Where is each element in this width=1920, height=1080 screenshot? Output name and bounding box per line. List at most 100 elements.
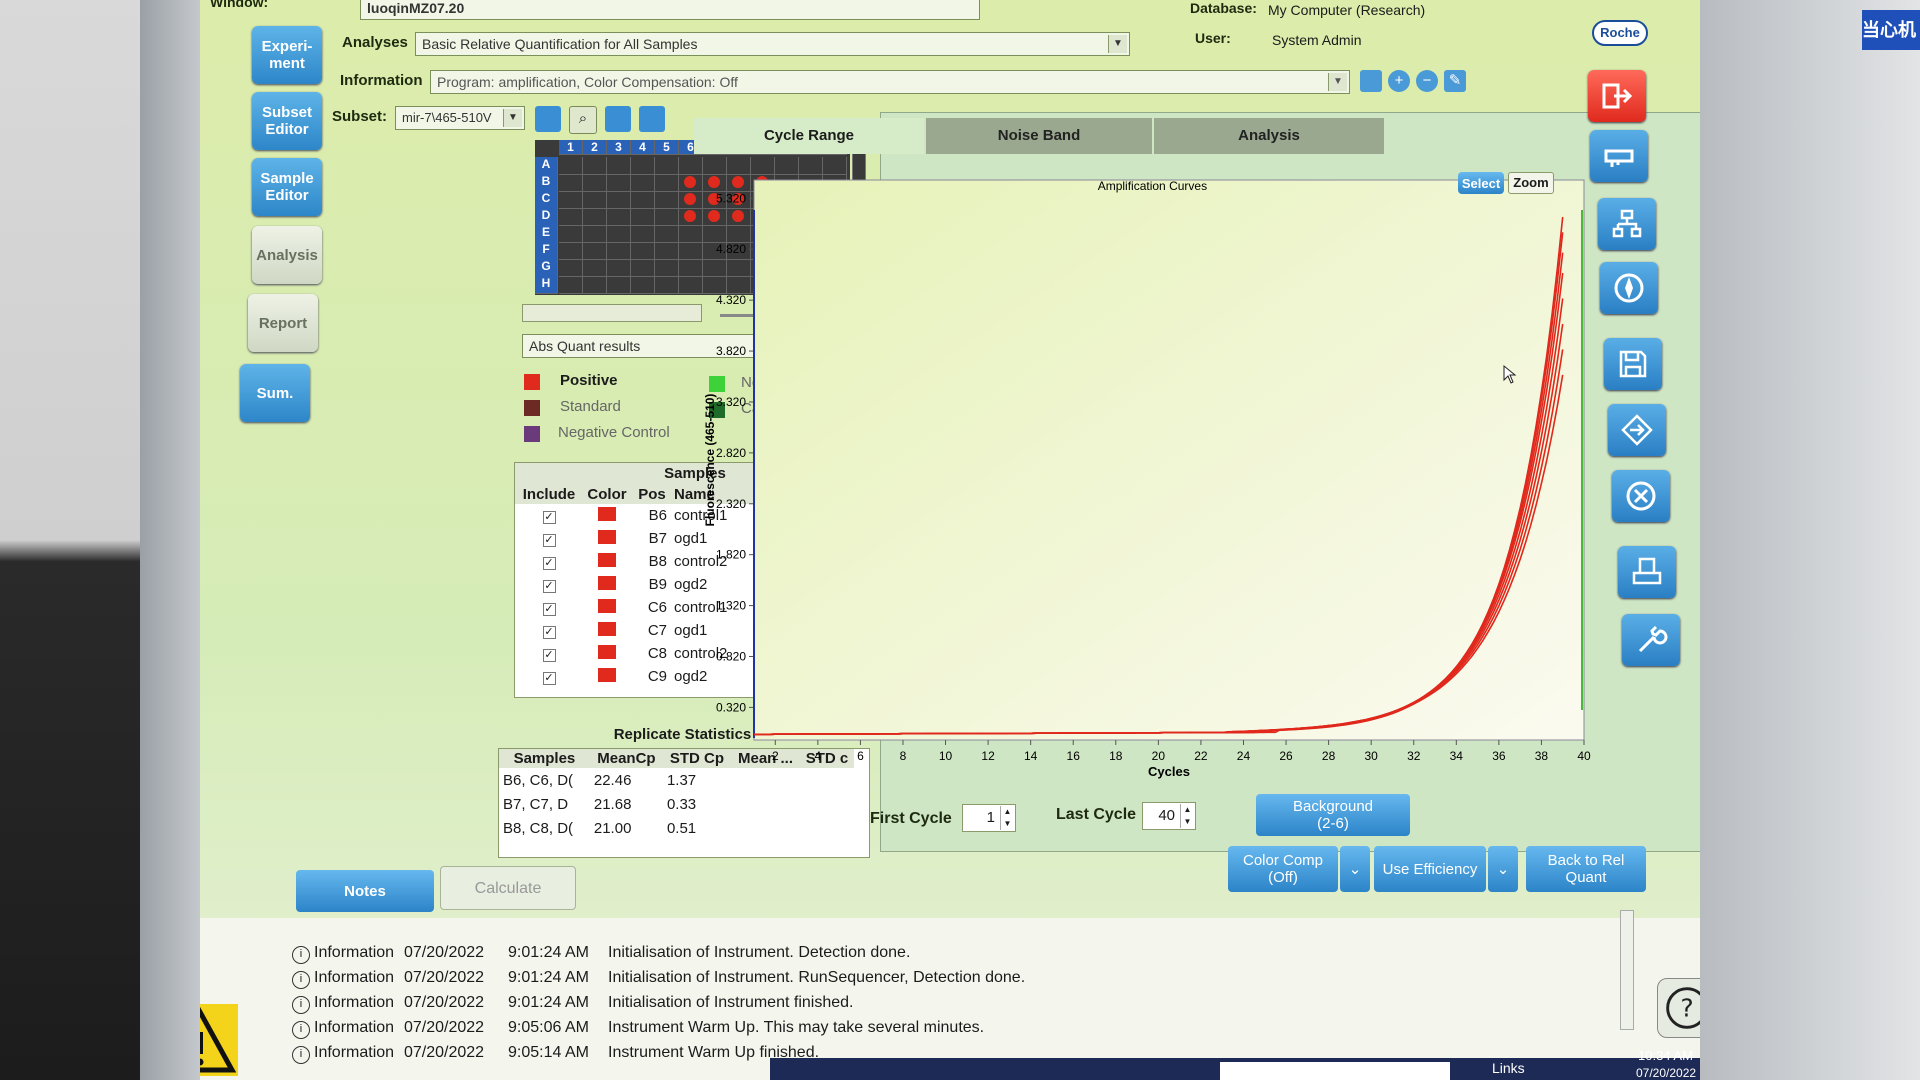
chevron-down-icon[interactable]: ▼ (1328, 73, 1347, 91)
include-cell[interactable]: ✓ (515, 573, 583, 596)
include-cell[interactable]: ✓ (515, 504, 583, 527)
include-cell[interactable]: ✓ (515, 642, 583, 665)
nav-subset-editor[interactable]: Subset Editor (252, 92, 322, 150)
include-cell[interactable]: ✓ (515, 665, 583, 688)
plate-well[interactable] (559, 225, 583, 243)
plate-well[interactable] (799, 157, 823, 175)
plate-well[interactable] (559, 191, 583, 209)
plate-well[interactable] (559, 259, 583, 277)
col-pos[interactable]: Pos (631, 485, 673, 504)
plate-well[interactable] (559, 157, 583, 175)
tree-button[interactable] (1598, 198, 1656, 250)
search-icon[interactable]: ⌕ (569, 106, 597, 134)
plate-well[interactable] (631, 191, 655, 209)
plate-well[interactable] (631, 225, 655, 243)
nav-sum[interactable]: Sum. (240, 364, 310, 422)
plate-well[interactable] (583, 208, 607, 226)
plate-well[interactable] (751, 157, 775, 175)
tab-noise-band[interactable]: Noise Band (926, 118, 1152, 154)
stepper-icon[interactable]: ▲ ▼ (1180, 804, 1194, 828)
plate-well[interactable] (655, 208, 679, 226)
plate-well[interactable] (655, 174, 679, 192)
taskbar-address-field[interactable] (1220, 1062, 1450, 1080)
plate-well[interactable] (583, 225, 607, 243)
back-to-rel-quant-button[interactable]: Back to Rel Quant (1526, 846, 1646, 892)
plate-well[interactable] (583, 174, 607, 192)
plate-well[interactable] (679, 157, 703, 175)
plate-row-header[interactable]: A (535, 157, 558, 175)
plate-well[interactable] (631, 276, 655, 294)
last-cycle-input[interactable]: 40 ▲ ▼ (1142, 802, 1196, 830)
key-button[interactable] (1590, 130, 1648, 182)
amplification-chart[interactable]: Amplification Curves 5.320 4.820 4.320 3.820… (694, 176, 1594, 796)
information-combo[interactable]: Program: amplification, Color Compensati… (430, 70, 1350, 94)
plate-row-header[interactable]: H (535, 276, 558, 294)
plate-well[interactable] (607, 276, 631, 294)
nav-experiment[interactable]: Experi- ment (252, 26, 322, 84)
plate-col-header[interactable]: 1 (559, 140, 583, 155)
plate-well[interactable] (775, 157, 799, 175)
color-comp-chevron-icon[interactable]: ⌄ (1340, 846, 1370, 892)
navigate-button[interactable] (1608, 404, 1666, 456)
plate-well[interactable] (607, 259, 631, 277)
plate-well[interactable] (583, 242, 607, 260)
plate-row-header[interactable]: F (535, 242, 558, 260)
plate-row-header[interactable]: E (535, 225, 558, 243)
plate-well[interactable] (727, 157, 751, 175)
plate-row-header[interactable]: B (535, 174, 558, 192)
plate-well[interactable] (583, 157, 607, 175)
color-comp-button[interactable]: Color Comp (Off) (1228, 846, 1338, 892)
plate-well[interactable] (607, 157, 631, 175)
plate-col-header[interactable]: 2 (583, 140, 607, 155)
plate-row-header[interactable]: D (535, 208, 558, 226)
plate-well[interactable] (631, 259, 655, 277)
notes-button[interactable]: Notes (296, 870, 434, 912)
plate-well[interactable] (823, 157, 847, 175)
tab-cycle-range[interactable]: Cycle Range (694, 118, 924, 154)
log-entry[interactable]: i Information 07/20/2022 9:01:24 AM Initiali… (292, 990, 1292, 1015)
first-cycle-input[interactable]: 1 ▲ ▼ (962, 804, 1016, 832)
plate-well[interactable] (655, 259, 679, 277)
tab-analysis[interactable]: Analysis (1154, 118, 1384, 154)
plate-well[interactable] (583, 259, 607, 277)
col-meancp[interactable]: MeanCp (590, 749, 663, 768)
nav-report[interactable]: Report (248, 294, 318, 352)
include-checkbox[interactable]: ✓ (542, 672, 556, 685)
zoom-in-icon[interactable]: + (1388, 70, 1410, 92)
plate-well[interactable] (607, 242, 631, 260)
plate-col-header[interactable]: 3 (607, 140, 631, 155)
plate-well[interactable] (607, 208, 631, 226)
chevron-down-icon[interactable]: ▼ (503, 109, 522, 127)
select-button[interactable]: Select (1458, 172, 1504, 194)
exit-button[interactable] (1588, 70, 1646, 122)
plate-well[interactable] (655, 225, 679, 243)
plate-well[interactable] (583, 276, 607, 294)
window-combo[interactable]: luoqinMZ07.20 (360, 0, 980, 20)
include-cell[interactable]: ✓ (515, 527, 583, 550)
include-cell[interactable]: ✓ (515, 550, 583, 573)
plate-well[interactable] (607, 225, 631, 243)
zoom-out-icon[interactable]: − (1416, 70, 1438, 92)
plate-well[interactable] (655, 191, 679, 209)
save-button[interactable] (1604, 338, 1662, 390)
taskbar-links[interactable]: Links (1492, 1060, 1525, 1076)
plate-well[interactable] (631, 242, 655, 260)
include-cell[interactable]: ✓ (515, 619, 583, 642)
plate-well[interactable] (607, 174, 631, 192)
log-entry[interactable]: i Information 07/20/2022 9:05:06 AM Instrume… (292, 1015, 1292, 1040)
plate-row-header[interactable]: C (535, 191, 558, 209)
table-row[interactable]: B8, C8, D(21.00 0.51 (499, 816, 854, 840)
use-efficiency-chevron-icon[interactable]: ⌄ (1488, 846, 1518, 892)
calculate-button[interactable]: Calculate (440, 866, 576, 910)
plate-well[interactable] (655, 157, 679, 175)
log-entry[interactable]: i Information 07/20/2022 9:01:24 AM Initiali… (292, 965, 1292, 990)
plate-well[interactable] (607, 191, 631, 209)
col-include[interactable]: Include (515, 485, 583, 504)
plate-well[interactable] (559, 208, 583, 226)
plate-well[interactable] (703, 157, 727, 175)
tools-button[interactable] (1622, 614, 1680, 666)
user-search-icon[interactable] (639, 106, 665, 132)
warning-icon[interactable] (200, 1004, 238, 1076)
include-checkbox[interactable]: ✓ (542, 511, 556, 524)
compass-button[interactable] (1600, 262, 1658, 314)
